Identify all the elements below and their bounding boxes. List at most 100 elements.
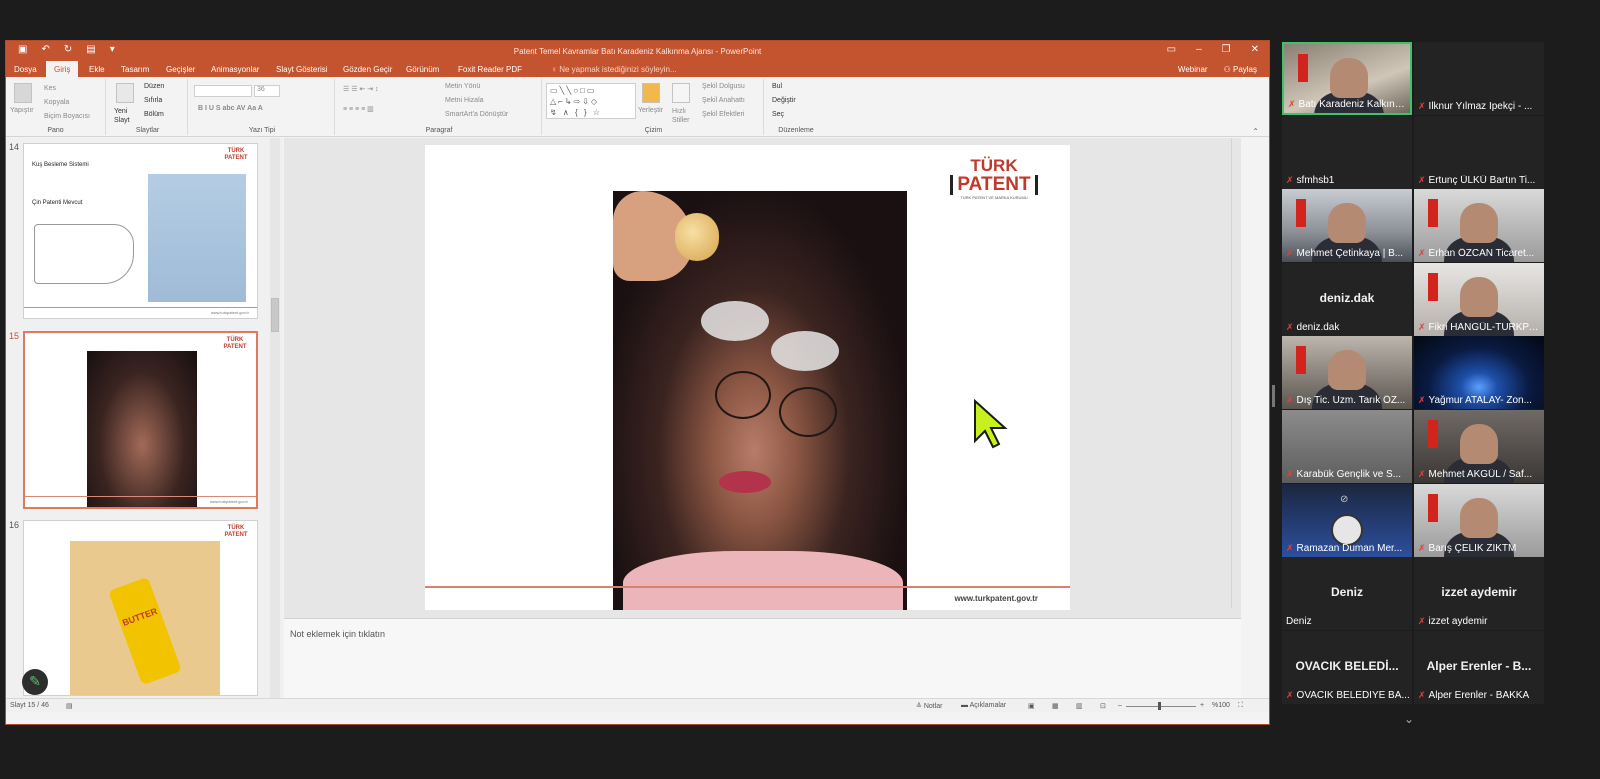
notes-icon: ≙ <box>916 703 924 710</box>
thumbnail-scrollbar[interactable] <box>270 138 280 698</box>
spellcheck-icon[interactable]: ▤ <box>66 702 73 710</box>
participant-name-bar: Deniz <box>1286 616 1410 627</box>
tell-me-search[interactable]: ♀ Ne yapmak istediğinizi söyleyin... <box>551 65 677 74</box>
cut-button[interactable]: Kes <box>44 85 56 92</box>
comment-icon: ▬ <box>961 702 970 709</box>
normal-view-icon[interactable]: ▣ <box>1028 702 1035 710</box>
notes-pane[interactable]: Not eklemek için tıklatın <box>284 618 1241 698</box>
replace-button[interactable]: Değiştir <box>772 97 796 104</box>
participant-tile[interactable]: ✗ Karabük Gençlik ve S... <box>1282 410 1412 483</box>
tab-giris[interactable]: Giriş <box>46 61 79 77</box>
format-painter-button[interactable]: Biçim Boyacısı <box>44 113 90 120</box>
quick-styles-button[interactable]: Hızlı Stiller <box>672 107 692 125</box>
arrange-icon[interactable] <box>642 83 660 103</box>
align-buttons[interactable]: ≡ ≡ ≡ ≡ ▥ <box>343 105 374 113</box>
reset-button[interactable]: Sıfırla <box>144 97 162 104</box>
fit-slide-icon[interactable]: ⛶ <box>1238 702 1243 710</box>
participant-tile[interactable]: OVACIK BELEDİ... ✗ OVACIK BELEDİYE BA... <box>1282 630 1412 704</box>
participant-name: Deniz <box>1286 616 1312 628</box>
sorter-view-icon[interactable]: ▦ <box>1052 702 1059 710</box>
arrange-button[interactable]: Yerleştir <box>638 107 663 114</box>
shapes-gallery[interactable]: ▭╲╲○□▭ △⌐↳⇨⇩◇ ↯ ∧ { } ☆ <box>546 83 636 119</box>
participant-tile[interactable]: ✗ Mehmet AKGÜL / Saf... <box>1414 410 1544 483</box>
participant-tile[interactable]: ✗ Ertunç ÜLKÜ Bartın Ti... <box>1414 115 1544 189</box>
pen-tool-icon[interactable]: ✎ <box>22 669 48 695</box>
smartart-button[interactable]: SmartArt'a Dönüştür <box>445 111 508 118</box>
tab-foxit[interactable]: Foxit Reader PDF <box>458 65 522 74</box>
turkpatent-logo: TÜRK PATENT <box>223 337 247 350</box>
webinar-tab[interactable]: Webinar <box>1178 65 1208 74</box>
tab-ekle[interactable]: Ekle <box>89 65 105 74</box>
participant-tile[interactable]: deniz.dak ✗ deniz.dak <box>1282 262 1412 336</box>
participant-tile[interactable]: Deniz Deniz <box>1282 557 1412 631</box>
font-size-box[interactable]: 36 <box>254 85 280 97</box>
shape-outline-button[interactable]: Şekil Anahattı <box>702 97 745 104</box>
comments-button[interactable]: ▬ Açıklamalar <box>961 702 1006 709</box>
person-head <box>1460 203 1498 244</box>
tab-tasarim[interactable]: Tasarım <box>121 65 149 74</box>
slide-thumbnail-14[interactable]: TÜRK PATENT Kuş Besleme Sistemi Çin Paten… <box>23 143 258 319</box>
minimize-icon[interactable]: – <box>1196 44 1202 55</box>
tab-dosya[interactable]: Dosya <box>14 65 37 74</box>
group-pano: Yapıştır Kes Kopyala Biçim Boyacısı Pano <box>6 79 106 135</box>
notes-button[interactable]: ≙ Notlar <box>916 702 943 710</box>
lips-shape <box>719 471 771 493</box>
current-slide[interactable]: TÜRK PATENT TÜRK PATENT VE MARKA KURUMU … <box>425 145 1070 610</box>
participant-tile[interactable]: ✗ Batı Karadeniz Kalkınma... <box>1282 42 1412 115</box>
panel-splitter[interactable] <box>1272 385 1275 407</box>
ribbon-display-icon[interactable]: ▭ <box>1167 44 1176 55</box>
tab-gecisler[interactable]: Geçişler <box>166 65 195 74</box>
turkpatent-logo: TÜRK PATENT <box>224 148 248 161</box>
participant-tile[interactable]: ✗ Dış Tic. Uzm. Tarık ÖZ... <box>1282 336 1412 410</box>
font-name-box[interactable] <box>194 85 252 97</box>
zoom-level[interactable]: %100 <box>1212 702 1230 709</box>
restore-icon[interactable]: ❐ <box>1222 44 1231 55</box>
paste-icon[interactable] <box>14 83 32 103</box>
tab-gorunum[interactable]: Görünüm <box>406 65 439 74</box>
tab-animasyonlar[interactable]: Animasyonlar <box>211 65 259 74</box>
share-button[interactable]: ⚇ Paylaş <box>1224 65 1257 74</box>
quick-styles-icon[interactable] <box>672 83 690 103</box>
participant-tile[interactable]: ✗ Yağmur ATALAY- Zon... <box>1414 336 1544 410</box>
new-slide-button[interactable]: Yeni Slayt <box>114 107 144 125</box>
zoom-out-icon[interactable]: – <box>1118 702 1122 709</box>
editor-scrollbar[interactable] <box>1231 138 1241 608</box>
participant-tile[interactable]: ⊘ ✗ Ramazan Duman Mer... <box>1282 483 1412 557</box>
participant-tile[interactable]: ✗ Erhan ÖZCAN Ticaret... <box>1414 189 1544 263</box>
copy-button[interactable]: Kopyala <box>44 99 69 106</box>
tab-slayt-gosterisi[interactable]: Slayt Gösterisi <box>276 65 328 74</box>
zoom-in-icon[interactable]: + <box>1200 702 1204 709</box>
participant-tile[interactable]: ✗Fikri HANGÜL-TURKPATE... <box>1414 262 1544 336</box>
screen: ▣ ↶ ↻ ▤ ▾ Patent Temel Kavramlar Batı Ka… <box>0 0 1600 779</box>
slide-thumbnail-16[interactable]: TÜRK PATENT BUTTER <box>23 520 258 696</box>
find-button[interactable]: Bul <box>772 83 782 90</box>
zoom-knob[interactable] <box>1158 702 1161 710</box>
align-text-button[interactable]: Metni Hizala <box>445 97 484 104</box>
paste-label[interactable]: Yapıştır <box>10 107 34 114</box>
scroll-knob[interactable] <box>271 298 279 332</box>
new-slide-icon[interactable] <box>116 83 134 103</box>
tab-gozden-gecir[interactable]: Gözden Geçir <box>343 65 392 74</box>
participant-tile[interactable]: ✗ İlknur Yılmaz İpekçi - ... <box>1414 42 1544 115</box>
participant-tile[interactable]: Alper Erenler - B... ✗ Alper Erenler - BAK… <box>1414 630 1544 704</box>
section-button[interactable]: Bölüm <box>144 111 164 118</box>
shape-effects-button[interactable]: Şekil Efektleri <box>702 111 744 118</box>
slide-thumbnail-15[interactable]: TÜRK PATENT www.turkpatent.gov.tr <box>23 331 258 509</box>
layout-button[interactable]: Düzen <box>144 83 164 90</box>
select-button[interactable]: Seç <box>772 111 784 118</box>
chevron-down-icon[interactable]: ⌄ <box>1404 712 1414 726</box>
participant-tile[interactable]: izzet aydemir ✗ izzet aydemir <box>1414 557 1544 631</box>
shape-fill-button[interactable]: Şekil Dolgusu <box>702 83 745 90</box>
reading-view-icon[interactable]: ▥ <box>1076 702 1083 710</box>
close-icon[interactable]: ✕ <box>1251 44 1259 55</box>
list-buttons[interactable]: ☰ ☰ ⇤ ⇥ ↕ <box>343 85 379 93</box>
zoom-slider[interactable] <box>1126 706 1196 707</box>
participant-tile[interactable]: ✗ sfmhsb1 <box>1282 115 1412 189</box>
text-direction-button[interactable]: Metin Yönü <box>445 83 480 90</box>
participant-tile[interactable]: ✗ Mehmet Çetinkaya | B... <box>1282 189 1412 263</box>
collapse-ribbon-icon[interactable]: ⌃ <box>1252 127 1259 136</box>
participant-tile[interactable]: ✗ Barış ÇELİK ZİKTM <box>1414 483 1544 557</box>
participant-name: OVACIK BELEDİYE BA... <box>1296 689 1410 701</box>
slideshow-view-icon[interactable]: ⊡ <box>1100 702 1106 710</box>
bold-button[interactable]: B I U S abc AV Aa A <box>198 105 263 112</box>
